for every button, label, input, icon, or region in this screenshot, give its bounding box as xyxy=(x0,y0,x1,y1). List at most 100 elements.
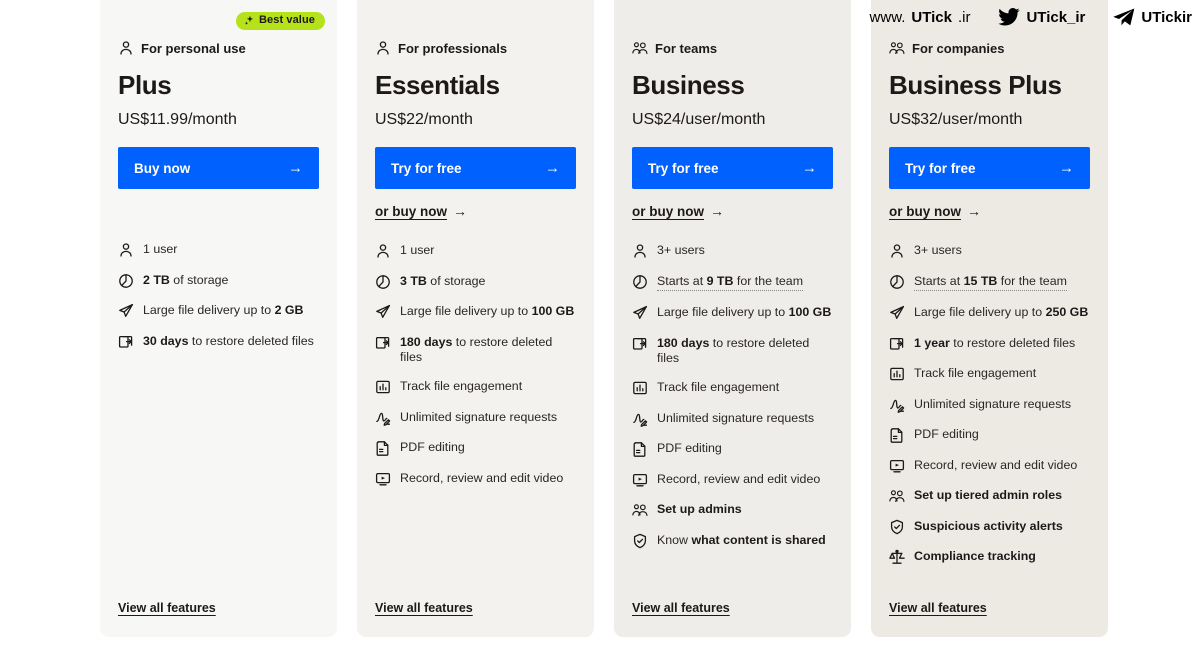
view-all-features-link[interactable]: View all features xyxy=(632,601,730,615)
feature-label: 3+ users xyxy=(657,243,705,257)
feature-item: 180 days to restore deleted files xyxy=(632,336,833,366)
feature-item: Unlimited signature requests xyxy=(375,410,576,426)
feature-item: PDF editing xyxy=(375,440,576,456)
plan-cta-button[interactable]: Try for free → xyxy=(632,147,833,189)
feature-item: Large file delivery up to 100 GB xyxy=(632,305,833,321)
single-user-icon xyxy=(632,243,648,259)
signature-icon xyxy=(889,397,905,413)
feature-item: 3 TB of storage xyxy=(375,274,576,290)
feature-item: 180 days to restore deleted files xyxy=(375,335,576,365)
best-value-badge-label: Best value xyxy=(258,14,315,26)
plan-cta-button[interactable]: Try for free → xyxy=(889,147,1090,189)
feature-label: Compliance tracking xyxy=(914,549,1036,564)
view-all-features-link[interactable]: View all features xyxy=(375,601,473,615)
restore-files-icon xyxy=(375,335,391,351)
view-all-features-link[interactable]: View all features xyxy=(118,601,216,615)
feature-label: 1 user xyxy=(143,242,178,256)
plan-price: US$11.99/month xyxy=(118,111,237,128)
plan-name: Plus xyxy=(118,70,172,100)
arrow-right-icon: → xyxy=(545,159,560,177)
feature-item: 1 year to restore deleted files xyxy=(889,336,1090,352)
paper-plane-icon xyxy=(889,305,905,321)
feature-item: Large file delivery up to 2 GB xyxy=(118,303,319,319)
feature-label: Unlimited signature requests xyxy=(914,396,1072,411)
feature-label: Large file delivery up to 100 GB xyxy=(400,304,575,318)
paper-plane-icon xyxy=(375,304,391,320)
watermark-twitter-handle: UTick_ir xyxy=(1026,8,1086,26)
signature-icon xyxy=(375,410,391,426)
single-user-icon xyxy=(118,40,134,56)
chart-engagement-icon xyxy=(889,366,905,382)
feature-label: Know what content is shared xyxy=(657,532,826,547)
pricing-card-business: For teams Business US$24/user/month Try … xyxy=(614,0,851,637)
multi-user-icon xyxy=(889,488,905,504)
plan-audience-label: For companies xyxy=(912,40,1005,56)
feature-label: 1 year to restore deleted files xyxy=(914,335,1076,350)
plan-cta-label: Buy now xyxy=(134,160,191,176)
video-record-icon xyxy=(632,472,648,488)
feature-highlight: 180 days xyxy=(400,334,453,349)
feature-label: 180 days to restore deleted files xyxy=(657,335,810,365)
feature-item[interactable]: Starts at 9 TB for the team xyxy=(632,274,833,291)
or-buy-now-link[interactable]: or buy now → xyxy=(632,203,724,219)
twitter-bird-icon xyxy=(998,8,1021,26)
single-user-icon xyxy=(375,243,391,259)
restore-files-icon xyxy=(889,336,905,352)
feature-label: Track file engagement xyxy=(914,366,1037,380)
telegram-icon xyxy=(1113,8,1135,26)
feature-item: Set up admins xyxy=(632,502,833,518)
feature-label: Suspicious activity alerts xyxy=(914,519,1063,534)
feature-highlight: 2 TB xyxy=(143,272,170,287)
plan-cta-label: Try for free xyxy=(905,160,976,176)
feature-item[interactable]: Starts at 15 TB for the team xyxy=(889,274,1090,291)
or-buy-now-link[interactable]: or buy now → xyxy=(375,203,467,219)
feature-highlight: Compliance tracking xyxy=(914,549,1036,563)
feature-label: 30 days to restore deleted files xyxy=(143,333,314,348)
multi-user-icon xyxy=(632,40,648,56)
feature-item: 2 TB of storage xyxy=(118,273,319,289)
watermark-telegram-handle: UTickir xyxy=(1141,8,1192,26)
plan-cta-button[interactable]: Try for free → xyxy=(375,147,576,189)
best-value-badge: Best value xyxy=(235,12,325,30)
feature-label: Unlimited signature requests xyxy=(657,410,815,425)
plan-price: US$32/user/month xyxy=(889,111,1023,128)
arrow-right-icon: → xyxy=(1059,159,1074,177)
single-user-icon xyxy=(118,242,134,258)
feature-highlight: 100 GB xyxy=(531,304,575,318)
pricing-card-row: Best value For personal use Plus US$11.9… xyxy=(100,0,1108,637)
watermark-twitter: UTick_ir xyxy=(998,8,1085,26)
watermark-telegram: UTickir xyxy=(1113,8,1192,26)
feature-label: 3+ users xyxy=(914,243,962,257)
feature-label: Record, review and edit video xyxy=(914,457,1078,472)
or-buy-now-label: or buy now xyxy=(632,203,704,219)
feature-label: Starts at 9 TB for the team xyxy=(657,273,804,291)
view-all-features-link[interactable]: View all features xyxy=(889,601,987,615)
arrow-right-icon: → xyxy=(453,203,467,219)
feature-label: Track file engagement xyxy=(400,379,523,393)
feature-label: Large file delivery up to 250 GB xyxy=(914,305,1089,319)
or-buy-now-label: or buy now xyxy=(889,203,961,219)
plan-name: Business Plus xyxy=(889,70,1062,100)
feature-list: 3+ users Starts at 15 TB for the team La… xyxy=(889,243,1090,580)
watermark-overlay: www. UTick .ir UTick_ir UTickir xyxy=(870,8,1192,26)
plan-cta-button[interactable]: Buy now → xyxy=(118,147,319,189)
feature-item: Track file engagement xyxy=(889,366,1090,382)
pdf-edit-icon xyxy=(375,440,391,456)
plan-audience: For professionals xyxy=(375,40,576,56)
feature-item: 1 user xyxy=(375,243,576,259)
multi-user-icon xyxy=(889,40,905,56)
chart-engagement-icon xyxy=(632,380,648,396)
feature-label: 1 user xyxy=(400,243,435,257)
signature-icon xyxy=(632,411,648,427)
plan-audience-label: For personal use xyxy=(141,40,246,56)
pricing-card-business-plus: For companies Business Plus US$32/user/m… xyxy=(871,0,1108,637)
feature-list: 3+ users Starts at 9 TB for the team Lar… xyxy=(632,243,833,563)
feature-highlight: 9 TB xyxy=(706,273,734,288)
feature-label: Unlimited signature requests xyxy=(400,409,558,424)
or-buy-now-link[interactable]: or buy now → xyxy=(889,203,981,219)
video-record-icon xyxy=(889,458,905,474)
arrow-right-icon: → xyxy=(710,203,724,219)
feature-highlight: 30 days xyxy=(143,333,189,348)
plan-name: Essentials xyxy=(375,70,500,100)
feature-label: Large file delivery up to 100 GB xyxy=(657,305,832,319)
